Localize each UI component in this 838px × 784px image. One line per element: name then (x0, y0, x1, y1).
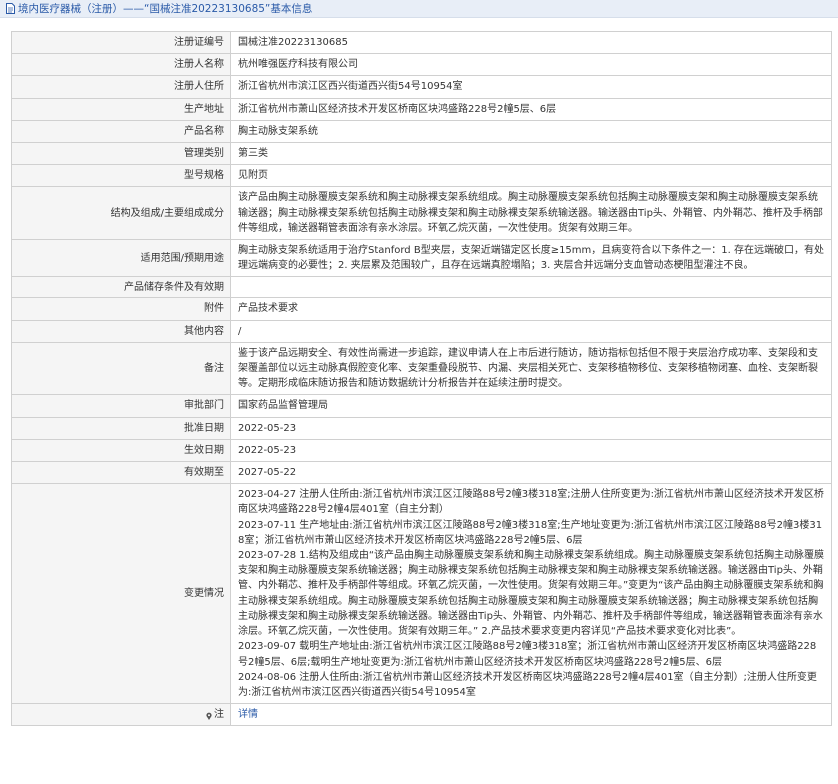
table-row-footer: 注 详情 (11, 703, 832, 727)
row-label: 变更情况 (11, 483, 231, 705)
row-value: 2022-05-23 (230, 438, 832, 463)
row-value: 该产品由胸主动脉覆膜支架系统和胸主动脉裸支架系统组成。胸主动脉覆膜支架系统包括胸… (230, 186, 832, 241)
table-row: 附件 产品技术要求 (11, 297, 832, 321)
row-value (230, 276, 832, 299)
row-label: 附件 (11, 297, 231, 321)
change-item: 2023-04-27 注册人住所由:浙江省杭州市滨江区江陵路88号2幢3楼318… (238, 489, 824, 516)
row-label: 其他内容 (11, 319, 231, 343)
row-value: 国械注准20223130685 (230, 30, 832, 55)
table-row: 批准日期 2022-05-23 (11, 416, 832, 440)
row-label: 生产地址 (11, 97, 231, 121)
table-row: 其他内容 / (11, 319, 832, 343)
row-value: 2022-05-23 (230, 416, 832, 440)
row-value: 2027-05-22 (230, 461, 832, 485)
change-item: 2023-09-07 载明生产地址由:浙江省杭州市滨江区江陵路88号2幢3楼31… (238, 641, 817, 668)
row-label: 备注 (11, 341, 231, 396)
document-icon (6, 3, 15, 14)
row-value: / (230, 319, 832, 343)
row-label: 有效期至 (11, 461, 231, 485)
info-table-container: 注册证编号 国械注准20223130685 注册人名称 杭州唯强医疗科技有限公司 注册人… (11, 30, 832, 727)
row-label: 产品储存条件及有效期 (11, 276, 231, 299)
table-row: 型号规格 见附页 (11, 164, 832, 188)
row-label: 生效日期 (11, 438, 231, 463)
change-item: 2023-07-11 生产地址由:浙江省杭州市滨江区江陵路88号2幢3楼318室… (238, 519, 823, 546)
table-row: 注册人住所 浙江省杭州市滨江区西兴街道西兴街54号10954室 (11, 75, 832, 99)
row-value: 浙江省杭州市萧山区经济技术开发区桥南区块鸿盛路228号2幢5层、6层 (230, 97, 832, 121)
row-label: 适用范围/预期用途 (11, 239, 231, 278)
row-label: 注册人住所 (11, 75, 231, 99)
table-row: 审批部门 国家药品监督管理局 (11, 394, 832, 418)
info-table: 注册证编号 国械注准20223130685 注册人名称 杭州唯强医疗科技有限公司 注册人… (11, 30, 832, 727)
location-pin-icon (205, 710, 213, 721)
table-row-changes: 变更情况 2023-04-27 注册人住所由:浙江省杭州市滨江区江陵路88号2幢3… (11, 483, 832, 705)
table-row: 注册人名称 杭州唯强医疗科技有限公司 (11, 53, 832, 77)
table-row: 有效期至 2027-05-22 (11, 461, 832, 485)
row-label: 批准日期 (11, 416, 231, 440)
row-label: 注册证编号 (11, 30, 231, 55)
row-value: 胸主动脉支架系统适用于治疗Stanford B型夹层，支架近端锚定区长度≥15m… (230, 239, 832, 278)
footer-value: 详情 (230, 703, 832, 727)
row-value: 杭州唯强医疗科技有限公司 (230, 53, 832, 77)
row-value: 国家药品监督管理局 (230, 394, 832, 418)
row-value: 浙江省杭州市滨江区西兴街道西兴街54号10954室 (230, 75, 832, 99)
row-value: 鉴于该产品远期安全、有效性尚需进一步追踪，建议申请人在上市后进行随访，随访指标包… (230, 341, 832, 396)
info-table-body: 注册证编号 国械注准20223130685 注册人名称 杭州唯强医疗科技有限公司 注册人… (11, 30, 832, 727)
table-row: 产品储存条件及有效期 (11, 276, 832, 299)
row-value: 第三类 (230, 142, 832, 166)
details-link[interactable]: 详情 (238, 709, 258, 720)
change-item: 2024-08-06 注册人住所由:浙江省杭州市萧山区经济技术开发区桥南区块鸿盛… (238, 671, 817, 698)
row-label: 型号规格 (11, 164, 231, 188)
change-item: 2023-07-28 1.结构及组成由“该产品由胸主动脉覆膜支架系统和胸主动脉裸… (238, 550, 825, 638)
row-value: 产品技术要求 (230, 297, 832, 321)
row-label: 注 (11, 703, 231, 727)
table-row: 结构及组成/主要组成成分 该产品由胸主动脉覆膜支架系统和胸主动脉裸支架系统组成。胸… (11, 186, 832, 241)
row-value: 见附页 (230, 164, 832, 188)
table-row: 备注 鉴于该产品远期安全、有效性尚需进一步追踪，建议申请人在上市后进行随访，随访指… (11, 341, 832, 396)
change-history: 2023-04-27 注册人住所由:浙江省杭州市滨江区江陵路88号2幢3楼318… (230, 483, 832, 705)
page-header: 境内医疗器械（注册）——“国械注准20223130685”基本信息 (0, 0, 838, 18)
row-value: 胸主动脉支架系统 (230, 119, 832, 144)
row-label: 管理类别 (11, 142, 231, 166)
footer-label: 注 (214, 709, 224, 721)
row-label: 注册人名称 (11, 53, 231, 77)
row-label: 产品名称 (11, 119, 231, 144)
table-row: 注册证编号 国械注准20223130685 (11, 30, 832, 55)
row-label: 审批部门 (11, 394, 231, 418)
table-row: 生效日期 2022-05-23 (11, 438, 832, 463)
table-row: 生产地址 浙江省杭州市萧山区经济技术开发区桥南区块鸿盛路228号2幢5层、6层 (11, 97, 832, 121)
table-row: 产品名称 胸主动脉支架系统 (11, 119, 832, 144)
table-row: 适用范围/预期用途 胸主动脉支架系统适用于治疗Stanford B型夹层，支架近端… (11, 239, 832, 278)
row-label: 结构及组成/主要组成成分 (11, 186, 231, 241)
page-title: 境内医疗器械（注册）——“国械注准20223130685”基本信息 (18, 3, 313, 15)
table-row: 管理类别 第三类 (11, 142, 832, 166)
